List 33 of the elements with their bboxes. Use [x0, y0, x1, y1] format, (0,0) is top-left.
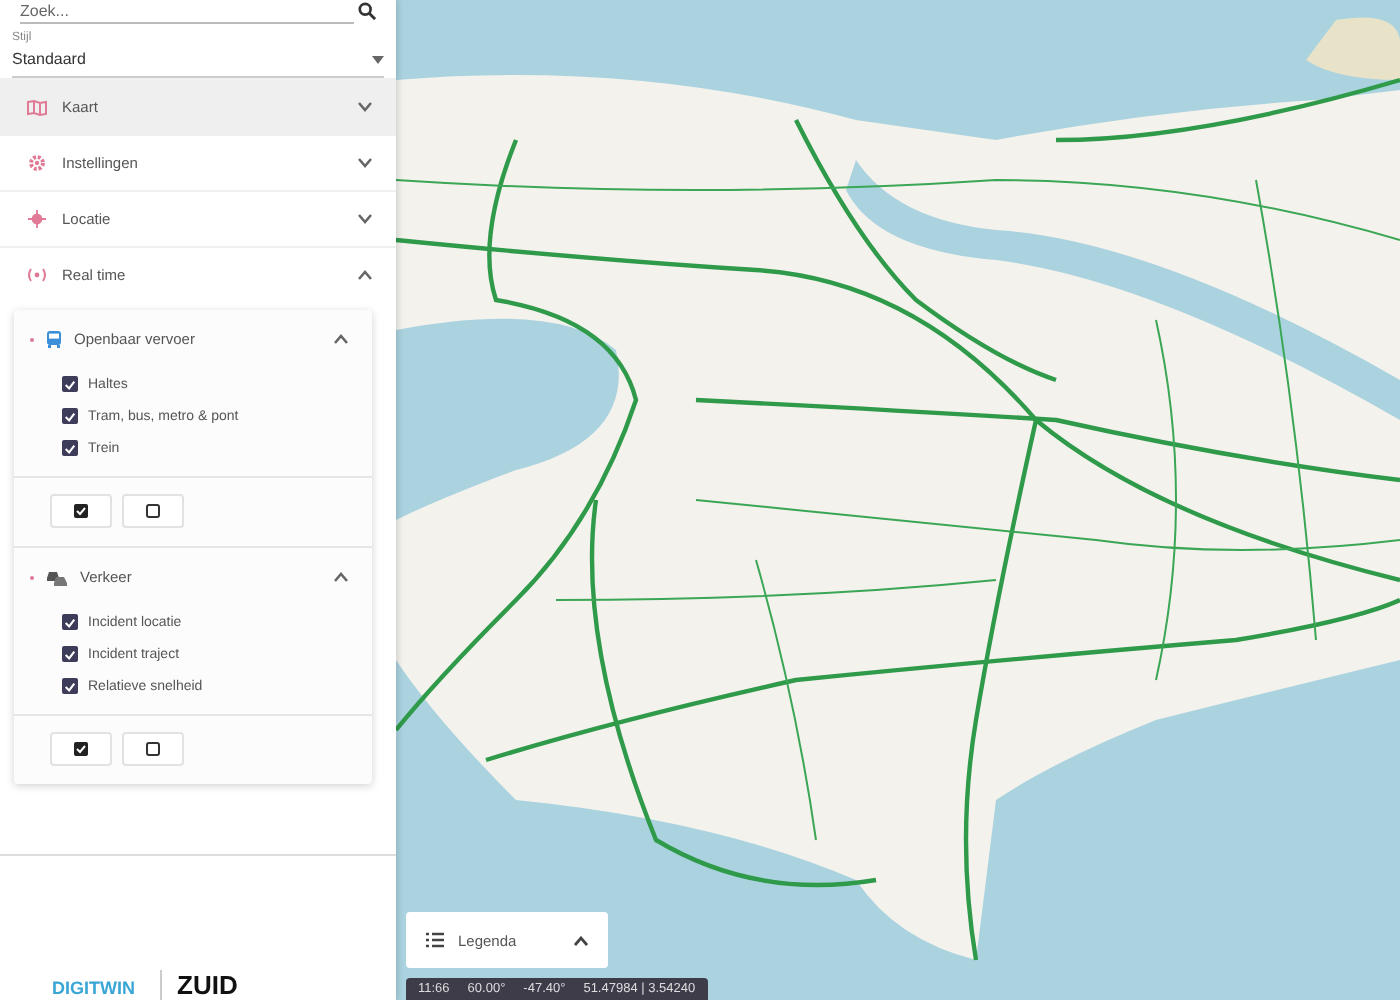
- empty-box-icon: [146, 504, 160, 518]
- search-icon: [358, 2, 376, 20]
- chevron-icon: [358, 214, 372, 224]
- checked-box-icon: [74, 504, 88, 518]
- zuid-logo: ZUID: [159, 970, 238, 1000]
- list-icon: [426, 932, 444, 948]
- uncheck-all-button[interactable]: [122, 732, 184, 766]
- checkbox[interactable]: [62, 376, 78, 392]
- check-all-button[interactable]: [50, 732, 112, 766]
- crosshair-icon: [26, 210, 48, 228]
- settings-icon: [26, 154, 48, 172]
- checkbox[interactable]: [62, 408, 78, 424]
- checked-box-icon: [74, 742, 88, 756]
- chevron-icon: [574, 935, 588, 945]
- check-all-button[interactable]: [50, 494, 112, 528]
- checkbox[interactable]: [62, 646, 78, 662]
- checkbox[interactable]: [62, 440, 78, 456]
- search-field[interactable]: Zoek...: [20, 0, 354, 23]
- chevron-icon: [358, 158, 372, 168]
- chevron-icon: [358, 102, 372, 112]
- broadcast-icon: [26, 268, 48, 282]
- checkbox[interactable]: [62, 614, 78, 630]
- chevron-icon: [334, 572, 348, 582]
- bus-icon: [46, 330, 62, 348]
- chevron-icon: [358, 270, 372, 280]
- digitwin-logo: DIGITWIN: [52, 978, 135, 998]
- checkbox[interactable]: [62, 678, 78, 694]
- uncheck-all-button[interactable]: [122, 494, 184, 528]
- empty-box-icon: [146, 742, 160, 756]
- chevron-icon: [334, 334, 348, 344]
- cars-icon: [46, 569, 68, 585]
- map-icon: [26, 99, 48, 115]
- dropdown-caret-icon: [372, 55, 384, 63]
